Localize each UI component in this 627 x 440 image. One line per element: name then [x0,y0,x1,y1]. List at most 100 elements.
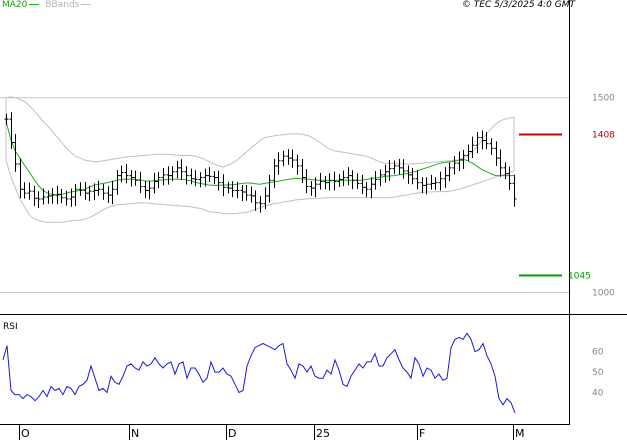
price-bar [276,152,281,175]
price-bar [73,183,78,207]
price-bar [18,158,23,199]
price-bar [110,180,115,205]
price-bar [161,167,166,186]
price-bar [101,183,106,200]
price-bar [457,151,462,171]
x-tick-label: O [21,427,30,440]
price-bar [369,177,374,199]
price-bar [410,167,415,185]
price-bar [420,177,425,194]
price-bar [318,172,323,190]
price-bar [106,186,111,203]
price-bar [494,141,499,166]
price-bar [32,185,37,207]
price-bar [350,170,355,190]
price-bar [364,181,369,198]
x-tick-label: D [228,427,236,440]
price-bar [36,191,41,208]
price-bar [341,170,346,187]
price-bar [78,182,83,196]
price-bar [360,174,365,194]
price-bar [22,182,27,199]
price-bar [512,174,517,207]
price-bar [295,154,300,175]
price-bar [175,160,180,179]
price-bar [124,163,129,184]
price-tick-label: 1000 [592,289,615,299]
stock-chart: 1500 1000 1408 1045 60 50 40 O N D 25 F M [0,0,627,440]
price-bar [373,170,378,190]
price-bar [507,166,512,191]
price-bar [480,130,485,150]
price-bar [466,144,471,161]
price-bar [443,167,448,188]
price-bar [267,174,272,203]
price-bar [346,167,351,186]
price-bar [290,149,295,168]
price-bar [212,170,217,185]
price-tick-label: 1500 [592,94,615,104]
price-bar [323,176,328,190]
x-tick-label: 25 [316,427,330,440]
price-bar [166,166,171,185]
price-bar [258,195,263,213]
price-bar [152,172,157,194]
price-bar [50,188,55,204]
x-tick-label: N [131,427,139,440]
price-bar [27,182,32,200]
price-bar [4,113,9,125]
price-bar [184,166,189,185]
price-bar [433,177,438,191]
rsi-line [2,332,516,414]
price-bar [281,150,286,167]
price-bar [304,169,309,194]
price-bar [272,158,277,189]
x-axis: O N D 25 F M [19,424,525,440]
resistance-level-label: 1408 [592,131,615,141]
price-bar [253,190,258,211]
price-bar [447,162,452,182]
rsi-tick-label: 60 [592,348,604,358]
x-tick-label: M [515,427,525,440]
price-bar [503,162,508,180]
price-bar [498,149,503,177]
support-level-label: 1045 [568,272,591,282]
price-bar [193,170,198,187]
price-bar [355,173,360,189]
price-bar [207,167,212,182]
rsi-tick-label: 50 [592,368,604,378]
price-bar [133,170,138,186]
rsi-tick-label: 40 [592,389,604,399]
price-bar [198,172,203,188]
price-bar [240,184,245,201]
price-bar [286,149,291,165]
price-bar [179,159,184,180]
price-bar [143,181,148,199]
price-bar [327,173,332,191]
price-bar [115,170,120,195]
chart-frame [0,0,627,425]
price-bar [438,171,443,191]
price-bar [470,136,475,159]
x-tick-label: F [419,427,425,440]
price-panel: 1500 1000 1408 1045 [0,94,615,299]
price-bar [415,170,420,190]
ma20-line [5,120,514,196]
price-bar [397,158,402,175]
price-bar [429,174,434,190]
price-bar [59,188,64,204]
price-bar [244,184,249,201]
price-bar [452,156,457,175]
price-bar [129,170,134,187]
rsi-panel: 60 50 40 [2,332,604,414]
price-bar [249,186,254,203]
price-bar [406,165,411,184]
price-bar [401,159,406,179]
price-bar [489,138,494,155]
price-bar [41,188,46,205]
price-bar [484,132,489,150]
price-bar [138,171,143,194]
price-bar [96,180,101,196]
price-bar [216,170,221,191]
price-bar [383,164,388,183]
